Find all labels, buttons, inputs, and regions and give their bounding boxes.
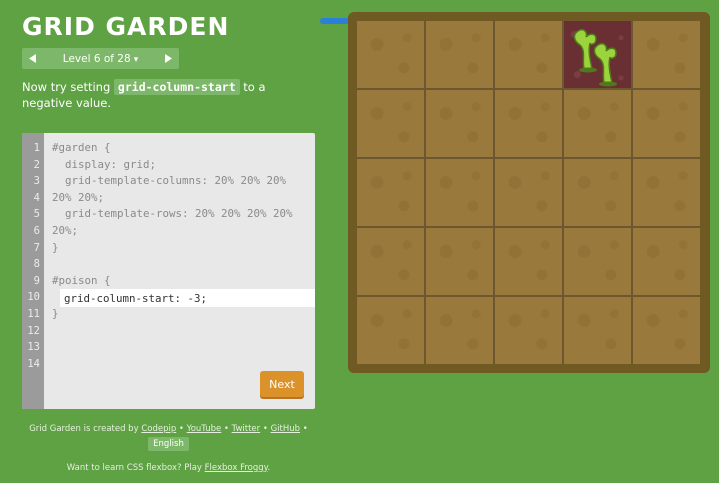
code-line: #poison {	[52, 273, 111, 287]
garden-grid	[357, 21, 700, 364]
youtube-link[interactable]: YouTube	[187, 424, 222, 434]
garden-cell	[564, 90, 631, 157]
garden-cell	[564, 159, 631, 226]
code-line: }	[52, 240, 59, 254]
garden-cell	[495, 21, 562, 88]
level-indicator[interactable]: Level 6 of 28 ▾	[44, 53, 157, 65]
code-line: 20% 20%;	[52, 190, 105, 204]
css-answer-input[interactable]	[60, 289, 315, 307]
line-number: 6	[33, 225, 40, 237]
footer: Want to learn CSS flexbox? Play Flexbox …	[0, 463, 337, 473]
garden-cell	[495, 297, 562, 364]
garden-cell	[495, 228, 562, 295]
garden-cell	[357, 297, 424, 364]
caret-down-icon: ▾	[133, 54, 139, 65]
footer-suffix: .	[267, 463, 271, 473]
code-line: 20%;	[52, 224, 79, 237]
triangle-left-icon	[29, 54, 36, 63]
instruction-code: grid-column-start	[113, 79, 240, 95]
garden-board	[348, 12, 710, 373]
line-number: 9	[33, 274, 40, 287]
garden-cell	[633, 228, 700, 295]
credits-prefix: Grid Garden is created by	[29, 424, 142, 434]
garden-cell	[357, 90, 424, 157]
instruction-text: Now try setting grid-column-start to a n…	[22, 79, 312, 111]
language-select[interactable]: English	[148, 437, 189, 451]
line-number: 5	[33, 208, 40, 221]
level-label: Level 6 of 28	[62, 52, 131, 65]
previous-level-button[interactable]	[22, 48, 44, 69]
line-number: 14	[27, 357, 40, 370]
garden-cell	[564, 228, 631, 295]
garden-cell	[357, 159, 424, 226]
separator: •	[300, 424, 308, 434]
line-number-gutter: 1 2 3 4 5 6 7 8 9 10 11 12 13 14	[22, 133, 44, 409]
separator: •	[221, 424, 232, 434]
garden-cell	[564, 297, 631, 364]
garden-cell	[495, 90, 562, 157]
garden-cell	[633, 159, 700, 226]
code-line: display: grid;	[52, 157, 157, 171]
line-number: 7	[33, 241, 40, 254]
code-line: grid-template-rows: 20% 20% 20% 20%	[52, 207, 293, 221]
line-number: 10	[27, 291, 40, 304]
garden-cell	[426, 21, 493, 88]
separator: •	[176, 424, 187, 434]
game-title: GRID GARDEN	[22, 12, 230, 41]
next-button[interactable]: Next	[260, 371, 304, 397]
credits: Grid Garden is created by Codepip • YouT…	[22, 422, 315, 451]
garden-cell	[426, 90, 493, 157]
line-number: 13	[27, 341, 40, 354]
garden-cell	[633, 21, 700, 88]
line-number: 3	[33, 175, 40, 188]
line-number: 11	[27, 308, 40, 320]
code-line: #garden {	[52, 141, 111, 154]
line-number: 12	[27, 324, 40, 337]
level-navigator: Level 6 of 28 ▾	[22, 48, 179, 69]
garden-cell	[426, 228, 493, 295]
poison-tile	[564, 21, 631, 88]
instruction-before: Now try setting	[22, 80, 114, 94]
garden-cell	[357, 21, 424, 88]
flexbox-froggy-link[interactable]: Flexbox Froggy	[205, 463, 268, 473]
garden-cell	[495, 159, 562, 226]
code-line: }	[52, 307, 59, 320]
codepip-link[interactable]: Codepip	[141, 424, 176, 434]
twitter-link[interactable]: Twitter	[232, 424, 261, 434]
garden-cell	[426, 297, 493, 364]
line-number: 2	[33, 158, 40, 171]
triangle-right-icon	[165, 54, 172, 63]
next-level-button[interactable]	[157, 48, 179, 69]
footer-text: Want to learn CSS flexbox? Play	[66, 463, 205, 473]
garden-cell	[357, 228, 424, 295]
line-number: 1	[33, 142, 40, 154]
line-number: 8	[33, 258, 40, 271]
garden-cell	[633, 90, 700, 157]
line-number: 4	[33, 191, 40, 204]
poison-weed-icon	[573, 28, 617, 87]
garden-cell	[426, 159, 493, 226]
code-line: grid-template-columns: 20% 20% 20%	[52, 174, 287, 188]
github-link[interactable]: GitHub	[271, 424, 300, 434]
garden-cell	[633, 297, 700, 364]
separator: •	[260, 424, 271, 434]
code-editor: 1 2 3 4 5 6 7 8 9 10 11 12 13 14 #garden…	[22, 133, 315, 409]
